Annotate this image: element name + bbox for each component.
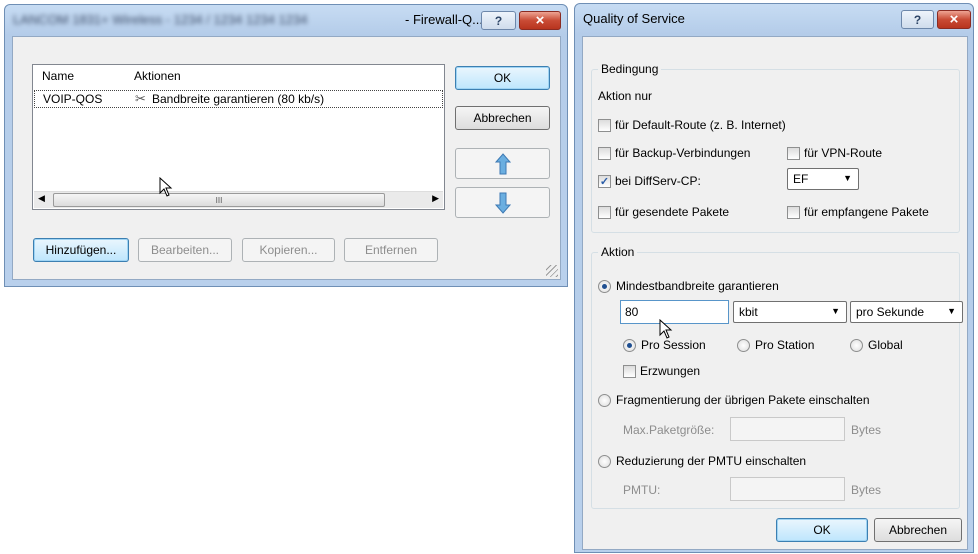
bytes-label-1: Bytes — [851, 423, 882, 437]
checkbox-box — [623, 364, 636, 378]
diffserv-checkbox[interactable]: ✓ bei DiffServ-CP: — [598, 174, 701, 188]
fragment-radio[interactable]: Fragmentierung der übrigen Pakete einsch… — [598, 393, 870, 407]
cancel-button[interactable]: Abbrechen — [455, 106, 550, 130]
diffserv-label: bei DiffServ-CP: — [615, 174, 701, 188]
ok-button[interactable]: OK — [455, 66, 550, 90]
firewall-qos-window: LANCOM 1831+ Wireless - 1234 / 1234 1234… — [4, 4, 568, 287]
pro-session-radio[interactable]: Pro Session — [623, 338, 706, 352]
scroll-left-arrow-icon[interactable]: ◀ — [38, 193, 45, 204]
scroll-right-arrow-icon[interactable]: ▶ — [432, 193, 439, 204]
radio-dot — [623, 338, 636, 352]
firewall-client-area: Name Aktionen VOIP-QOS ✂ Bandbreite gara… — [12, 36, 561, 280]
pmtu-reduce-label: Reduzierung der PMTU einschalten — [616, 454, 807, 468]
bandwidth-value: 80 — [625, 305, 639, 319]
firewall-window-title-device: LANCOM 1831+ Wireless - 1234 / 1234 1234… — [13, 11, 308, 27]
diffserv-value: EF — [793, 172, 809, 186]
radio-dot — [598, 454, 611, 468]
pro-station-label: Pro Station — [755, 338, 815, 352]
pro-station-radio[interactable]: Pro Station — [737, 338, 814, 352]
default-route-checkbox[interactable]: für Default-Route (z. B. Internet) — [598, 118, 786, 132]
sent-packets-checkbox[interactable]: für gesendete Pakete — [598, 205, 729, 219]
unit-value: kbit — [739, 305, 758, 319]
enforce-label: Erzwungen — [640, 364, 701, 378]
received-packets-checkbox[interactable]: für empfangene Pakete — [787, 205, 929, 219]
scroll-thumb-grip: III — [215, 195, 223, 205]
checkbox-box — [598, 146, 611, 160]
per-select[interactable]: pro Sekunde ▼ — [850, 301, 963, 323]
min-bandwidth-label: Mindestbandbreite garantieren — [616, 279, 779, 293]
checkmark-icon: ✓ — [598, 174, 611, 188]
arrow-down-icon — [494, 192, 511, 214]
horizontal-scrollbar[interactable]: ◀ III ▶ — [34, 191, 443, 208]
checkbox-box — [598, 205, 611, 219]
list-header: Name Aktionen — [33, 65, 444, 87]
row-action: Bandbreite garantieren (80 kb/s) — [152, 92, 325, 106]
firewall-help-button[interactable]: ? — [481, 11, 516, 30]
max-packet-label: Max.Paketgröße: — [623, 423, 715, 437]
fragment-label: Fragmentierung der übrigen Pakete einsch… — [616, 393, 870, 407]
bytes-label-2: Bytes — [851, 483, 882, 497]
pmtu-input[interactable] — [730, 477, 845, 501]
received-packets-label: für empfangene Pakete — [804, 205, 929, 219]
vpn-route-checkbox[interactable]: für VPN-Route — [787, 146, 882, 160]
radio-dot — [850, 338, 863, 352]
firewall-window-title: - Firewall-Q... — [405, 11, 483, 27]
qos-ok-button[interactable]: OK — [776, 518, 868, 542]
chevron-down-icon: ▼ — [947, 306, 956, 316]
unit-select[interactable]: kbit ▼ — [733, 301, 847, 323]
vpn-route-label: für VPN-Route — [804, 146, 883, 160]
mouse-cursor-icon — [159, 177, 173, 197]
min-bandwidth-radio[interactable]: Mindestbandbreite garantieren — [598, 279, 779, 293]
pmtu-label: PMTU: — [623, 483, 661, 497]
row-name: VOIP-QOS — [43, 92, 103, 106]
global-label: Global — [868, 338, 903, 352]
bandwidth-input[interactable]: 80 — [620, 300, 729, 324]
edit-button[interactable]: Bearbeiten... — [138, 238, 232, 262]
default-route-label: für Default-Route (z. B. Internet) — [615, 118, 786, 132]
pmtu-reduce-radio[interactable]: Reduzierung der PMTU einschalten — [598, 454, 806, 468]
global-radio[interactable]: Global — [850, 338, 903, 352]
action-legend: Aktion — [598, 245, 638, 259]
sent-packets-label: für gesendete Pakete — [615, 205, 730, 219]
scissors-icon: ✂ — [135, 91, 146, 106]
qos-rules-list[interactable]: Name Aktionen VOIP-QOS ✂ Bandbreite gara… — [32, 64, 445, 210]
checkbox-box — [598, 118, 611, 132]
chevron-down-icon: ▼ — [843, 173, 852, 183]
resize-grip-icon[interactable] — [546, 265, 558, 277]
pro-session-label: Pro Session — [641, 338, 706, 352]
radio-dot — [598, 393, 611, 407]
backup-label: für Backup-Verbindungen — [615, 146, 751, 160]
qos-window-title: Quality of Service — [583, 10, 685, 26]
arrow-up-icon — [494, 152, 511, 174]
checkbox-box — [787, 146, 800, 160]
move-up-button[interactable] — [455, 148, 550, 179]
scroll-thumb[interactable]: III — [53, 193, 385, 207]
qos-help-button[interactable]: ? — [901, 10, 934, 29]
enforce-checkbox[interactable]: Erzwungen — [623, 364, 700, 378]
qos-cancel-button[interactable]: Abbrechen — [874, 518, 962, 542]
radio-dot — [598, 279, 611, 293]
diffserv-select[interactable]: EF ▼ — [787, 168, 859, 190]
condition-legend: Bedingung — [598, 62, 662, 76]
radio-dot — [737, 338, 750, 352]
qos-close-button[interactable]: × — [937, 10, 971, 29]
copy-button[interactable]: Kopieren... — [242, 238, 335, 262]
max-packet-input[interactable] — [730, 417, 845, 441]
column-header-name[interactable]: Name — [42, 69, 74, 83]
remove-button[interactable]: Entfernen — [344, 238, 438, 262]
firewall-close-button[interactable]: × — [519, 11, 561, 30]
mouse-cursor-icon — [659, 319, 673, 339]
add-button[interactable]: Hinzufügen... — [33, 238, 129, 262]
action-only-label: Aktion nur — [598, 89, 653, 103]
chevron-down-icon: ▼ — [831, 306, 840, 316]
backup-checkbox[interactable]: für Backup-Verbindungen — [598, 146, 750, 160]
checkbox-box — [787, 205, 800, 219]
column-header-actions[interactable]: Aktionen — [134, 69, 181, 83]
per-value: pro Sekunde — [856, 305, 925, 319]
move-down-button[interactable] — [455, 187, 550, 218]
qos-client-area: Bedingung Aktion nur für Default-Route (… — [582, 36, 968, 550]
table-row[interactable]: VOIP-QOS ✂ Bandbreite garantieren (80 kb… — [34, 90, 443, 108]
qos-window: Quality of Service ? × Bedingung Aktion … — [574, 3, 974, 553]
